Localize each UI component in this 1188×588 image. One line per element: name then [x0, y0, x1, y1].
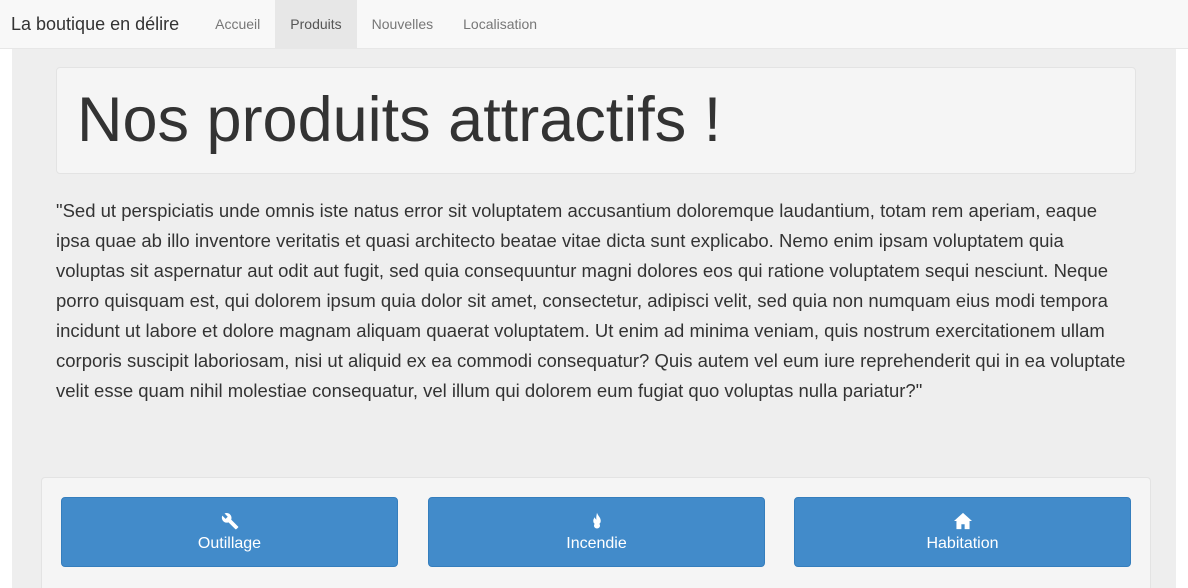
navbar-brand[interactable]: La boutique en délire: [0, 0, 194, 48]
wrench-icon: [220, 511, 240, 531]
navbar: La boutique en délire Accueil Produits N…: [0, 0, 1188, 49]
page-description: "Sed ut perspiciatis unde omnis iste nat…: [56, 200, 1126, 401]
habitation-label: Habitation: [926, 535, 999, 552]
page-title: Nos produits attractifs !: [77, 85, 722, 155]
outillage-label: Outillage: [197, 535, 262, 552]
home-icon: [953, 511, 973, 531]
nav-item-produits[interactable]: Produits: [275, 0, 357, 48]
nav-item-nouvelles[interactable]: Nouvelles: [357, 0, 448, 48]
category-panel: Outillage Incendie Habitation: [41, 477, 1151, 588]
nav-item-accueil[interactable]: Accueil: [200, 0, 275, 48]
fire-icon: [587, 511, 607, 531]
page-container: Nos produits attractifs ! "Sed ut perspi…: [12, 49, 1176, 588]
incendie-button[interactable]: Incendie: [428, 497, 765, 567]
jumbotron: Nos produits attractifs !: [56, 67, 1136, 174]
nav-item-localisation[interactable]: Localisation: [448, 0, 552, 48]
habitation-button[interactable]: Habitation: [794, 497, 1131, 567]
incendie-label: Incendie: [566, 535, 627, 552]
outillage-button[interactable]: Outillage: [61, 497, 398, 567]
